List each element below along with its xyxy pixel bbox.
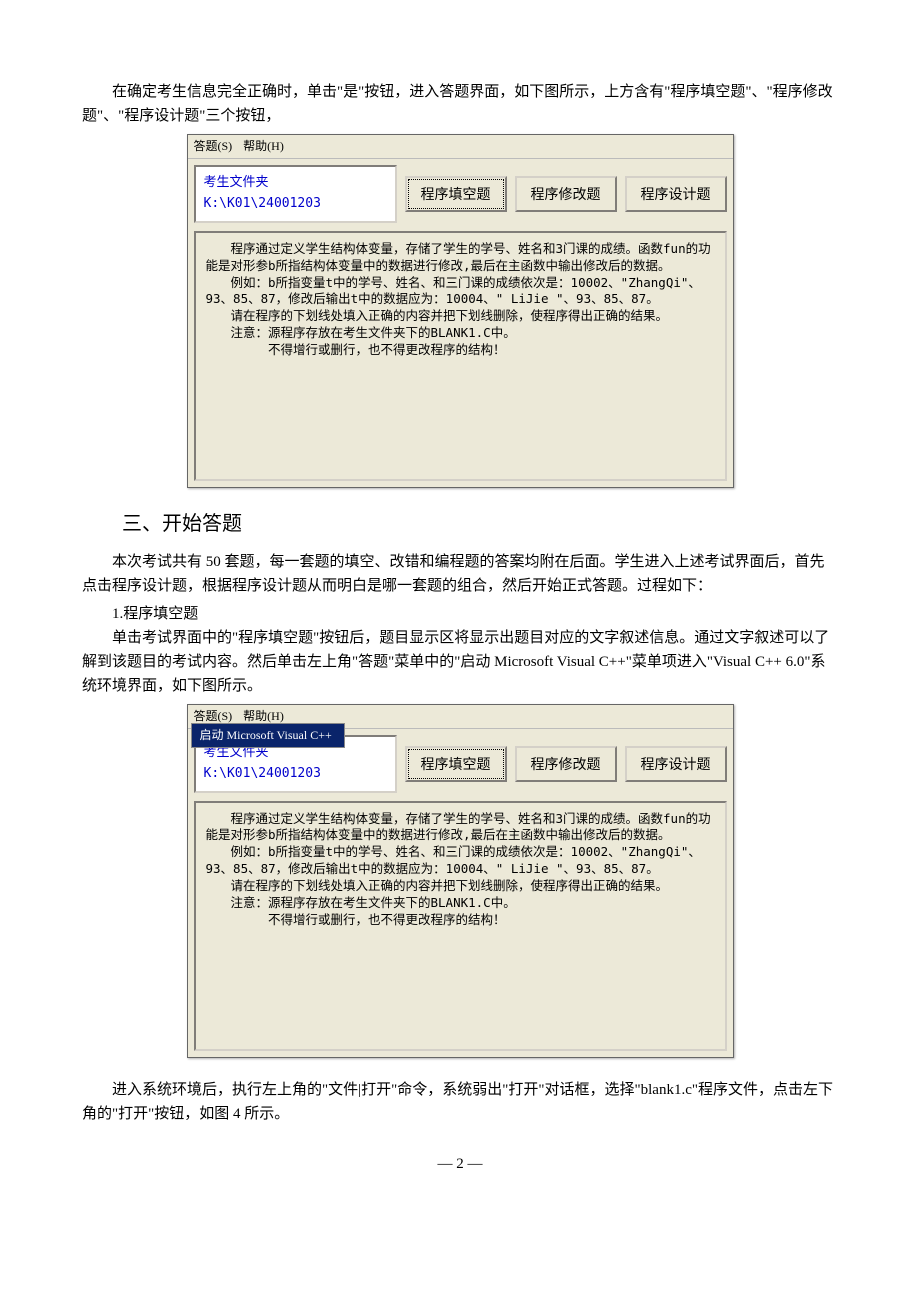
intro-paragraph: 在确定考生信息完全正确时，单击"是"按钮，进入答题界面，如下图所示，上方含有"程…: [82, 80, 838, 128]
q2-line4: 注意：源程序存放在考生文件夹下的BLANK1.C中。: [206, 895, 715, 912]
menubar-1: 答题(S) 帮助(H): [188, 135, 733, 159]
q1-line4: 注意：源程序存放在考生文件夹下的BLANK1.C中。: [206, 325, 715, 342]
q2-line3: 请在程序的下划线处填入正确的内容并把下划线删除，使程序得出正确的结果。: [206, 878, 715, 895]
exam-window-2: 答题(S) 帮助(H) 启动 Microsoft Visual C++ 考生文件…: [187, 704, 734, 1058]
q2-line1: 程序通过定义学生结构体变量，存储了学生的学号、姓名和3门课的成绩。函数fun的功…: [206, 811, 715, 845]
candidate-folder-path: 考生文件夹 K:\K01\24001203: [194, 165, 397, 223]
launch-vcpp-item[interactable]: 启动 Microsoft Visual C++: [192, 724, 344, 747]
menu-answer-2[interactable]: 答题(S): [194, 709, 233, 723]
q1-line5: 不得增行或删行，也不得更改程序的结构！: [206, 342, 715, 359]
design-button-2[interactable]: 程序设计题: [625, 746, 727, 782]
sub-title-1: 1.程序填空题: [82, 602, 838, 626]
q2-line5: 不得增行或删行，也不得更改程序的结构！: [206, 912, 715, 929]
question-text-2: 程序通过定义学生结构体变量，存储了学生的学号、姓名和3门课的成绩。函数fun的功…: [194, 801, 727, 1051]
modify-button-2[interactable]: 程序修改题: [515, 746, 617, 782]
menu-help-2[interactable]: 帮助(H): [243, 709, 284, 723]
menu-answer[interactable]: 答题(S): [194, 139, 233, 153]
fill-blank-button[interactable]: 程序填空题: [405, 176, 507, 212]
exam-window-1: 答题(S) 帮助(H) 考生文件夹 K:\K01\24001203 程序填空题 …: [187, 134, 734, 488]
q1-line2: 例如：b所指变量t中的学号、姓名、和三门课的成绩依次是：10002、"Zhang…: [206, 275, 715, 309]
q1-line3: 请在程序的下划线处填入正确的内容并把下划线删除，使程序得出正确的结果。: [206, 308, 715, 325]
modify-button[interactable]: 程序修改题: [515, 176, 617, 212]
design-button[interactable]: 程序设计题: [625, 176, 727, 212]
menu-help[interactable]: 帮助(H): [243, 139, 284, 153]
question-text-1: 程序通过定义学生结构体变量，存储了学生的学号、姓名和3门课的成绩。函数fun的功…: [194, 231, 727, 481]
para-overview: 本次考试共有 50 套题，每一套题的填空、改错和编程题的答案均附在后面。学生进入…: [82, 550, 838, 598]
page-number: — 2 —: [82, 1152, 838, 1176]
menubar-2: 答题(S) 帮助(H) 启动 Microsoft Visual C++: [188, 705, 733, 729]
section-3-title: 三、开始答题: [122, 508, 838, 540]
para-fill-blank-desc: 单击考试界面中的"程序填空题"按钮后，题目显示区将显示出题目对应的文字叙述信息。…: [82, 626, 838, 698]
q1-line1: 程序通过定义学生结构体变量，存储了学生的学号、姓名和3门课的成绩。函数fun的功…: [206, 241, 715, 275]
answer-menu-dropdown: 启动 Microsoft Visual C++: [191, 723, 345, 748]
para-open-file: 进入系统环境后，执行左上角的"文件|打开"命令，系统弱出"打开"对话框，选择"b…: [82, 1078, 838, 1126]
toolbar-1: 考生文件夹 K:\K01\24001203 程序填空题 程序修改题 程序设计题: [188, 159, 733, 229]
q2-line2: 例如：b所指变量t中的学号、姓名、和三门课的成绩依次是：10002、"Zhang…: [206, 844, 715, 878]
fill-blank-button-2[interactable]: 程序填空题: [405, 746, 507, 782]
